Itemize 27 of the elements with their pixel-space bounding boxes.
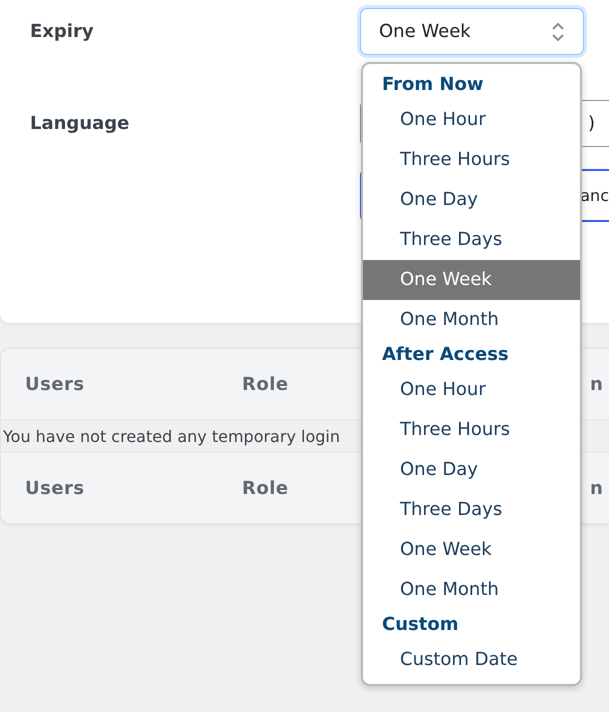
field-label: Language — [30, 113, 130, 134]
dropdown-option[interactable]: One Day — [363, 180, 580, 220]
dropdown-option[interactable]: Three Hours — [363, 140, 580, 180]
dropdown-option[interactable]: One Hour — [363, 100, 580, 140]
dropdown-option[interactable]: Three Hours — [363, 410, 580, 450]
select-field[interactable]: One Week — [360, 8, 584, 55]
dropdown-option[interactable]: One Day — [363, 450, 580, 490]
column-header: Users — [25, 374, 85, 394]
column-footer: Role — [242, 478, 289, 498]
column-header: Role — [242, 374, 289, 394]
dropdown-option[interactable]: One Hour — [363, 370, 580, 410]
dropdown-option[interactable]: One Month — [363, 570, 580, 610]
dropdown-option[interactable]: One Month — [363, 300, 580, 340]
up-down-chevron-icon — [551, 20, 565, 42]
field-label: Expiry — [30, 21, 95, 42]
column-footer: Users — [25, 478, 85, 498]
dropdown-option[interactable]: Custom Date — [363, 640, 580, 680]
option-group-heading: Custom — [381, 613, 460, 637]
dropdown-option[interactable]: One Week — [363, 260, 580, 300]
column-header: n — [590, 374, 604, 394]
option-group-heading: After Access — [381, 343, 510, 367]
option-group-heading: From Now — [381, 73, 484, 97]
dropdown-option[interactable]: Three Days — [363, 220, 580, 260]
dropdown-option[interactable]: Three Days — [363, 490, 580, 530]
dropdown-option[interactable]: One Week — [363, 530, 580, 570]
empty-message: You have not created any temporary login — [2, 426, 340, 446]
column-footer: n — [590, 478, 604, 498]
